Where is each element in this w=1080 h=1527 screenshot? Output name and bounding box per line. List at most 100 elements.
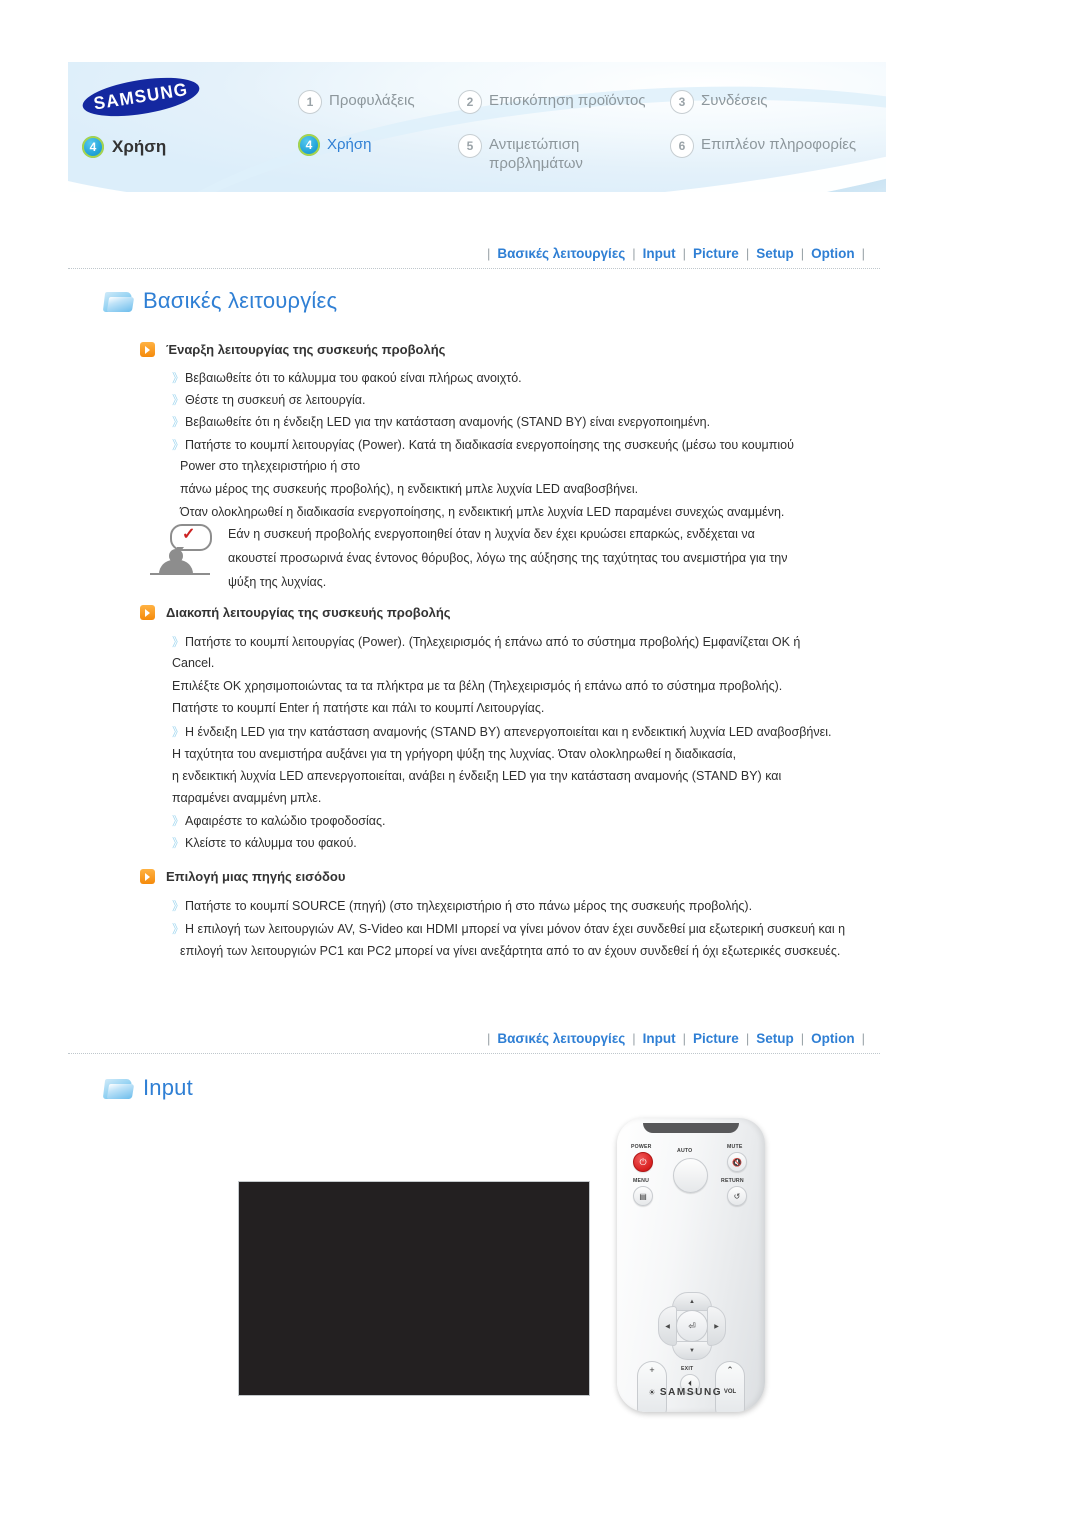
step-text: η ενδεικτική λυχνία LED απενεργοποιείται… <box>172 769 782 783</box>
nav-item-connections[interactable]: 3 Συνδέσεις <box>670 90 886 114</box>
current-section-label: Χρήση <box>112 137 167 156</box>
chevron-marker-icon: 》 <box>172 836 184 850</box>
tab-setup[interactable]: Setup <box>756 1031 794 1046</box>
tab-separator: | <box>682 245 687 261</box>
remote-label-mute: MUTE <box>727 1144 743 1150</box>
section-nav: 1 Προφυλάξεις 2 Επισκόπηση προϊόντος 3 Σ… <box>298 90 886 173</box>
poweroff-p2-line1: Επιλέξτε OK χρησιμοποιώντας τα τα πλήκτρ… <box>172 676 782 697</box>
nav-item-usage[interactable]: 4 Χρήση <box>298 134 458 156</box>
tab-picture[interactable]: Picture <box>693 1031 739 1046</box>
tab-separator: | <box>861 1030 865 1046</box>
step-text: Η ένδειξη LED για την κατάσταση αναμονής… <box>185 725 832 739</box>
chevron-down-icon: ⌄ <box>726 1408 734 1412</box>
remote-control-image: POWER ⏻ AUTO MUTE 🔇 MENU ▤ RETURN ↺ ▲ ▼ … <box>617 1118 765 1412</box>
nav-label-4: Χρήση <box>327 136 372 153</box>
step-press-power-line2: Power στο τηλεχειριστήριο ή στο <box>180 456 360 477</box>
remote-enter-button[interactable]: ⏎ <box>676 1310 708 1342</box>
step-text: Όταν ολοκληρωθεί η διαδικασία ενεργοποίη… <box>180 505 785 519</box>
folder-icon <box>102 1076 135 1100</box>
nav-item-product-overview[interactable]: 2 Επισκόπηση προϊόντος <box>458 90 670 114</box>
nav-badge-6: 6 <box>670 134 694 158</box>
remote-power-button[interactable]: ⏻ <box>633 1152 653 1172</box>
step-text: επιλογή των λειτουργιών PC1 και PC2 μπορ… <box>180 944 841 958</box>
remote-ir-emitter <box>643 1123 739 1133</box>
step-lens-cover-open: 》 Βεβαιωθείτε ότι το κάλυμμα του φακού εί… <box>172 368 522 389</box>
remote-return-button[interactable]: ↺ <box>727 1186 747 1206</box>
nav-label-3: Συνδέσεις <box>701 92 768 109</box>
tip-line-3: ψύξη της λυχνίας. <box>228 575 327 589</box>
poweroff-p1-line1: 》 Πατήστε το κουμπί λειτουργίας (Power). … <box>172 632 800 653</box>
plus-icon: + <box>649 1365 655 1375</box>
step-text: Βεβαιωθείτε ότι το κάλυμμα του φακού είν… <box>185 371 522 385</box>
folder-icon <box>102 289 135 313</box>
step-text: Cancel. <box>172 656 215 670</box>
tab-separator: | <box>800 1030 805 1046</box>
remote-label-exit: EXIT <box>681 1366 694 1372</box>
step-text: Η επιλογή των λειτουργιών AV, S-Video κα… <box>185 922 846 936</box>
tab-option[interactable]: Option <box>811 1031 855 1046</box>
tab-basic-functions[interactable]: Βασικές λειτουργίες <box>497 246 625 261</box>
tab-option[interactable]: Option <box>811 246 855 261</box>
nav-item-troubleshooting[interactable]: 5 Αντιμετώπιση προβλημάτων <box>458 134 670 173</box>
tab-setup[interactable]: Setup <box>756 246 794 261</box>
nav-label-6: Επιπλέον πληροφορίες <box>701 136 857 153</box>
current-section-number: 4 <box>82 136 104 158</box>
power-icon: ⏻ <box>639 1156 647 1167</box>
remote-auto-button[interactable] <box>673 1158 708 1193</box>
nav-label-2: Επισκόπηση προϊόντος <box>489 92 646 109</box>
chevron-marker-icon: 》 <box>172 635 184 649</box>
remote-dpad-right[interactable]: ▶ <box>707 1306 726 1346</box>
poweroff-p1-line2: Cancel. <box>172 653 214 674</box>
remote-label-power: POWER <box>631 1144 652 1150</box>
tab-separator: | <box>632 1030 636 1046</box>
source-p1: 》 Πατήστε το κουμπί SOURCE (πηγή) (στο τη… <box>172 896 752 917</box>
tab-picture[interactable]: Picture <box>693 246 739 261</box>
chevron-up-icon: ⌃ <box>726 1365 734 1375</box>
tip-line-2: ακουστεί προσωρινά ένας έντονος θόρυβος,… <box>228 551 788 565</box>
nav-badge-5: 5 <box>458 134 482 158</box>
arrow-bullet-icon <box>140 342 155 357</box>
tab-basic-functions[interactable]: Βασικές λειτουργίες <box>497 1031 625 1046</box>
nav-item-precautions[interactable]: 1 Προφυλάξεις <box>298 90 458 114</box>
remote-menu-button[interactable]: ▤ <box>633 1186 653 1206</box>
poweroff-p2-line2: Πατήστε το κουμπί Enter ή πατήστε και πά… <box>172 698 544 719</box>
chevron-marker-icon: 》 <box>172 725 184 739</box>
section-title-basic-functions: Βασικές λειτουργίες <box>102 288 337 314</box>
subheading-select-source: Επιλογή μιας πηγής εισόδου <box>140 869 345 884</box>
page-header-banner: SAMSUNG 4 Χρήση 1 Προφυλάξεις 2 Επισκόπη… <box>68 62 886 192</box>
chevron-marker-icon: 》 <box>172 814 184 828</box>
chevron-marker-icon: 》 <box>172 371 184 385</box>
arrow-up-icon: ▲ <box>689 1298 695 1305</box>
tip-note-text: Εάν η συσκευή προβολής ενεργοποιηθεί ότα… <box>228 522 888 594</box>
nav-badge-3: 3 <box>670 90 694 114</box>
step-text: Επιλέξτε OK χρησιμοποιώντας τα τα πλήκτρ… <box>172 679 783 693</box>
tip-line-1: Εάν η συσκευή προβολής ενεργοποιηθεί ότα… <box>228 527 755 541</box>
remote-mute-button[interactable]: 🔇 <box>727 1152 747 1172</box>
nav-item-more-information[interactable]: 6 Επιπλέον πληροφορίες <box>670 134 886 158</box>
remote-dpad-left[interactable]: ◀ <box>658 1306 677 1346</box>
tab-input[interactable]: Input <box>643 1031 676 1046</box>
remote-label-auto: AUTO <box>677 1148 693 1154</box>
section-title-input: Input <box>102 1075 193 1101</box>
tab-separator: | <box>486 245 491 261</box>
poweroff-p4: 》 Αφαιρέστε το καλώδιο τροφοδοσίας. <box>172 811 386 832</box>
tab-separator: | <box>800 245 805 261</box>
section-title-text: Input <box>143 1075 193 1100</box>
tab-input[interactable]: Input <box>643 246 676 261</box>
nav-badge-1: 1 <box>298 90 322 114</box>
osd-screenshot-placeholder <box>238 1181 590 1396</box>
step-text: Θέστε τη συσκευή σε λειτουργία. <box>185 393 366 407</box>
remote-dpad: ▲ ▼ ◀ ▶ ⏎ <box>658 1292 726 1360</box>
arrow-right-icon: ▶ <box>714 1323 719 1330</box>
remote-label-menu: MENU <box>633 1178 650 1184</box>
step-press-power-line3: πάνω μέρος της συσκευής προβολής), η ενδ… <box>180 479 638 500</box>
chevron-marker-icon: 》 <box>172 415 184 429</box>
step-text: Βεβαιωθείτε ότι η ένδειξη LED για την κα… <box>185 415 711 429</box>
remote-dpad-up[interactable]: ▲ <box>672 1292 712 1311</box>
minus-icon: − <box>649 1409 654 1412</box>
tab-separator: | <box>632 245 636 261</box>
remote-dpad-down[interactable]: ▼ <box>672 1341 712 1360</box>
subheading-power-on: Έναρξη λειτουργίας της συσκευής προβολής <box>140 342 445 357</box>
person-note-icon: ✓ <box>150 522 212 582</box>
poweroff-p3-line1: 》 Η ένδειξη LED για την κατάσταση αναμονή… <box>172 722 831 743</box>
